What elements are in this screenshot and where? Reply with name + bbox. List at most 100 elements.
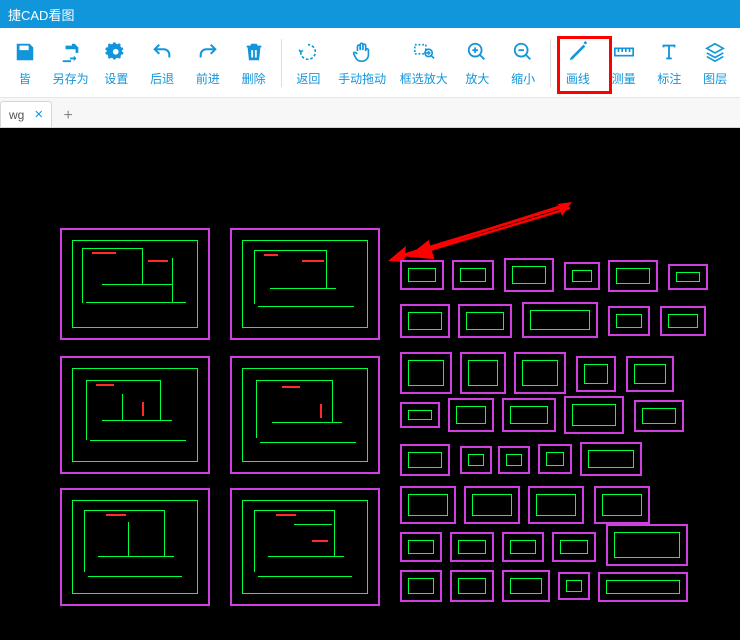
detail-block (400, 352, 452, 394)
annotate-label: 标注 (657, 70, 681, 87)
file-tab[interactable]: wg × (0, 101, 52, 127)
hand-icon (351, 38, 373, 66)
save-button[interactable]: 皆 (2, 33, 48, 93)
detail-block (400, 570, 442, 602)
detail-block (606, 524, 688, 566)
save-icon (14, 38, 36, 66)
floorplan-block (230, 488, 380, 606)
pan-button[interactable]: 手动拖动 (331, 33, 393, 93)
detail-block (528, 486, 584, 524)
redo-icon (197, 38, 219, 66)
tab-name: wg (9, 108, 24, 122)
detail-block (608, 260, 658, 292)
detail-block (522, 302, 598, 338)
layers-button[interactable]: 图层 (692, 33, 738, 93)
detail-block (576, 356, 616, 392)
detail-block (594, 486, 650, 524)
close-icon[interactable]: × (34, 107, 43, 122)
detail-block (502, 570, 550, 602)
pan-label: 手动拖动 (338, 70, 386, 87)
detail-block (498, 446, 530, 474)
detail-block (502, 532, 544, 562)
detail-block (558, 572, 590, 600)
trash-icon (243, 38, 265, 66)
save-as-label: 另存为 (53, 70, 89, 87)
tab-bar: wg × + (0, 98, 740, 128)
forward-button[interactable]: 前进 (185, 33, 231, 93)
detail-block (450, 532, 494, 562)
measure-button[interactable]: 测量 (601, 33, 647, 93)
detail-block (448, 398, 494, 432)
detail-block (464, 486, 520, 524)
zoom-out-label: 缩小 (511, 70, 535, 87)
zoom-in-button[interactable]: 放大 (455, 33, 501, 93)
settings-button[interactable]: 设置 (94, 33, 140, 93)
floorplan-block (60, 356, 210, 474)
detail-block (598, 572, 688, 602)
separator (281, 39, 282, 87)
detail-block (626, 356, 674, 392)
detail-block (608, 306, 650, 336)
floorplan-block (230, 228, 380, 340)
save-as-button[interactable]: 另存为 (48, 33, 94, 93)
zoom-in-label: 放大 (465, 70, 489, 87)
detail-block (450, 570, 494, 602)
detail-block (660, 306, 706, 336)
return-icon (296, 38, 320, 66)
draw-line-label: 画线 (566, 70, 590, 87)
detail-block (564, 396, 624, 434)
detail-block (400, 532, 442, 562)
gear-icon (105, 38, 127, 66)
detail-block (502, 398, 556, 432)
detail-block (452, 260, 494, 290)
title-bar: 捷CAD看图 (0, 0, 740, 28)
delete-label: 删除 (242, 70, 266, 87)
layers-icon (704, 38, 726, 66)
floorplan-block (230, 356, 380, 474)
window-zoom-icon (412, 38, 436, 66)
detail-block (400, 486, 456, 524)
drawing-canvas[interactable] (0, 128, 740, 640)
detail-block (538, 444, 572, 474)
annotate-button[interactable]: 标注 (647, 33, 693, 93)
ruler-icon (612, 38, 636, 66)
settings-label: 设置 (104, 70, 128, 87)
zoom-out-icon (512, 38, 534, 66)
zoom-in-icon (466, 38, 488, 66)
delete-button[interactable]: 删除 (231, 33, 277, 93)
back-button[interactable]: 后退 (139, 33, 185, 93)
pencil-icon (567, 38, 589, 66)
detail-block (400, 402, 440, 428)
draw-line-button[interactable]: 画线 (555, 33, 601, 93)
detail-block (460, 352, 506, 394)
detail-block (504, 258, 554, 292)
detail-block (400, 444, 450, 476)
detail-block (564, 262, 600, 290)
zoom-out-button[interactable]: 缩小 (500, 33, 546, 93)
window-zoom-label: 框选放大 (400, 70, 448, 87)
detail-block (400, 304, 450, 338)
back-label: 后退 (150, 70, 174, 87)
layers-label: 图层 (703, 70, 727, 87)
text-icon (658, 38, 680, 66)
detail-block (460, 446, 492, 474)
return-button[interactable]: 返回 (286, 33, 332, 93)
return-label: 返回 (296, 70, 320, 87)
detail-block (580, 442, 642, 476)
detail-block (634, 400, 684, 432)
plus-icon: + (63, 107, 72, 125)
add-tab-button[interactable]: + (57, 105, 79, 127)
undo-icon (151, 38, 173, 66)
forward-label: 前进 (196, 70, 220, 87)
save-as-icon (60, 38, 82, 66)
app-title: 捷CAD看图 (8, 5, 74, 24)
main-toolbar: 皆 另存为 设置 后退 前进 删除 返回 (0, 28, 740, 98)
separator (550, 39, 551, 87)
window-zoom-button[interactable]: 框选放大 (393, 33, 455, 93)
detail-block (458, 304, 512, 338)
floorplan-block (60, 228, 210, 340)
detail-block (668, 264, 708, 290)
detail-block (514, 352, 566, 394)
floorplan-block (60, 488, 210, 606)
detail-block (400, 260, 444, 290)
